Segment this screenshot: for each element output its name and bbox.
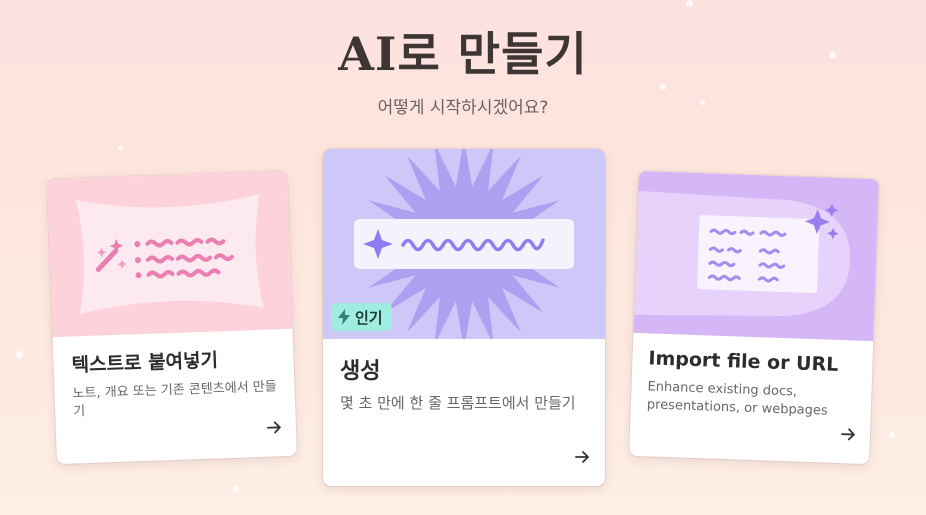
background-sparkle: [118, 145, 123, 150]
import-description: Enhance existing docs, presentations, or…: [646, 379, 828, 420]
page-subtitle: 어떻게 시작하시겠어요?: [377, 98, 549, 118]
paste-text-description: 노트, 개요 또는 기존 콘텐츠에서 만들기: [72, 379, 277, 420]
background-sparkle: [686, 0, 693, 7]
import-title: Import file or URL: [648, 347, 839, 376]
page-title: AI로 만들기: [338, 27, 588, 81]
import-card[interactable]: Import file or URL Enhance existing docs…: [629, 170, 879, 465]
import-illustration: [633, 170, 879, 342]
popular-badge: 인기: [331, 303, 392, 331]
generate-description: 몇 초 만에 한 줄 프롬프트에서 만들기: [340, 394, 576, 412]
lightning-icon: [338, 309, 350, 325]
background-sparkle: [233, 486, 239, 492]
background-sparkle: [660, 84, 666, 90]
arrow-right-icon[interactable]: [573, 448, 591, 466]
arrow-right-icon[interactable]: [839, 425, 858, 444]
popular-badge-label: 인기: [355, 308, 383, 327]
arrow-right-icon[interactable]: [265, 418, 284, 437]
paste-text-illustration: [47, 170, 293, 338]
paste-text-title: 텍스트로 붙여넣기: [71, 349, 219, 377]
background-sparkle: [889, 432, 895, 438]
generate-card[interactable]: 인기 생성 몇 초 만에 한 줄 프롬프트에서 만들기: [323, 149, 605, 486]
background-sparkle: [16, 351, 23, 358]
generate-title: 생성: [340, 359, 381, 384]
paste-text-card[interactable]: 텍스트로 붙여넣기 노트, 개요 또는 기존 콘텐츠에서 만들기: [47, 170, 297, 465]
